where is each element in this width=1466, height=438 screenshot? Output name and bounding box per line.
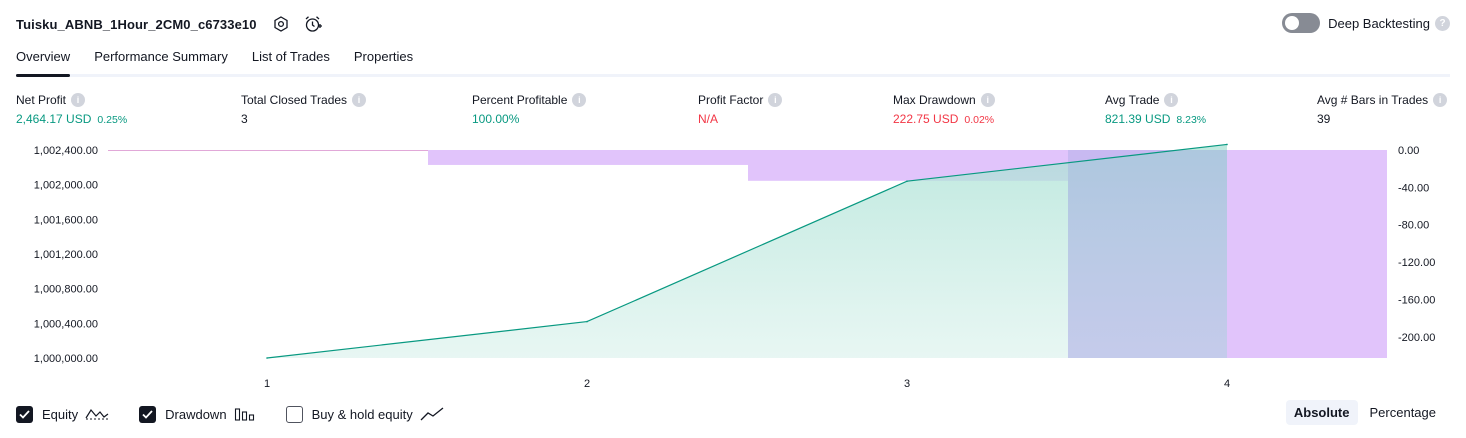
checkbox-checked[interactable] <box>139 405 157 423</box>
metric-title: Net Profit <box>16 93 67 107</box>
equity-drawdown-chart[interactable]: 1,002,400.00 1,002,000.00 1,001,600.00 1,00… <box>0 140 1466 395</box>
x-tick-label: 3 <box>904 378 910 390</box>
tab-performance-summary[interactable]: Performance Summary <box>94 45 228 74</box>
legend-label: Buy & hold equity <box>311 406 413 422</box>
metrics-row: Net Profit i 2,464.17 USD 0.25% Total Clos… <box>0 93 1466 133</box>
toggle-knob <box>1285 16 1300 30</box>
metric-max-drawdown: Max Drawdown i 222.75 USD 0.02% <box>893 93 995 126</box>
drawdown-bar <box>1227 150 1387 358</box>
metric-title: Total Closed Trades <box>241 93 348 107</box>
equity-point <box>906 180 908 182</box>
x-tick-label: 1 <box>264 378 270 390</box>
metric-value: 3 <box>241 112 248 126</box>
legend-label: Drawdown <box>165 406 227 422</box>
metric-sub-value: 0.02% <box>964 114 995 126</box>
right-tick-label: -120.00 <box>1398 257 1435 269</box>
help-icon[interactable]: ? <box>1435 15 1450 31</box>
tab-properties[interactable]: Properties <box>354 45 413 74</box>
right-axis: 0.00 -40.00 -80.00 -120.00 -160.00 -200.00 <box>1398 145 1435 344</box>
legend-label: Equity <box>42 406 79 422</box>
metric-avg-trade: Avg Trade i 821.39 USD 8.23% <box>1105 93 1206 126</box>
legend-drawdown[interactable]: Drawdown <box>139 405 256 423</box>
x-tick-label: 4 <box>1224 378 1230 390</box>
metric-profit-factor: Profit Factor i N/A <box>698 93 783 126</box>
metric-percent-profitable: Percent Profitable i 100.00% <box>472 93 587 126</box>
left-tick-label: 1,002,400.00 <box>34 145 98 157</box>
drawdown-bars-icon <box>234 406 256 422</box>
metric-sub-value: 8.23% <box>1176 114 1207 126</box>
right-tick-label: -80.00 <box>1398 220 1429 232</box>
absolute-button[interactable]: Absolute <box>1285 400 1358 425</box>
buy-hold-line-icon <box>420 406 444 422</box>
metric-title: Avg # Bars in Trades <box>1317 93 1429 107</box>
metric-value: 2,464.17 USD <box>16 112 92 126</box>
info-icon[interactable]: i <box>1433 93 1448 107</box>
add-alert-icon[interactable] <box>303 14 323 34</box>
deep-backtesting-toggle[interactable] <box>1282 13 1321 33</box>
chart-legend: Equity Drawdown Buy & hold equity <box>16 404 474 424</box>
left-tick-label: 1,000,000.00 <box>34 353 98 365</box>
info-icon[interactable]: i <box>71 93 86 107</box>
right-tick-label: -40.00 <box>1398 182 1429 194</box>
drawdown-bar <box>428 150 748 165</box>
left-tick-label: 1,001,600.00 <box>34 214 98 226</box>
equity-point <box>1226 143 1228 146</box>
percentage-button[interactable]: Percentage <box>1362 400 1445 425</box>
tab-overview[interactable]: Overview <box>16 45 71 77</box>
left-tick-label: 1,000,800.00 <box>34 284 98 296</box>
metric-value: 100.00% <box>472 112 520 126</box>
right-tick-label: -200.00 <box>1398 332 1435 344</box>
equity-series <box>108 143 1228 359</box>
legend-buy-hold-equity[interactable]: Buy & hold equity <box>285 405 444 423</box>
metric-value: 39 <box>1317 112 1331 126</box>
info-icon[interactable]: i <box>980 93 995 107</box>
info-icon[interactable]: i <box>1164 93 1179 107</box>
metric-title: Percent Profitable <box>472 93 568 107</box>
metric-title: Avg Trade <box>1105 93 1160 107</box>
legend-equity[interactable]: Equity <box>16 405 109 423</box>
left-tick-label: 1,002,000.00 <box>34 180 98 192</box>
info-icon[interactable]: i <box>572 93 587 107</box>
tab-list-of-trades[interactable]: List of Trades <box>252 45 330 74</box>
info-icon[interactable]: i <box>768 93 783 107</box>
metric-net-profit: Net Profit i 2,464.17 USD 0.25% <box>16 93 127 126</box>
metric-title: Profit Factor <box>698 93 764 107</box>
overlap-tint <box>1068 150 1227 358</box>
checkbox-checked[interactable] <box>16 405 33 423</box>
info-icon[interactable]: i <box>352 93 367 107</box>
equity-point <box>586 320 588 323</box>
value-mode-switch: Absolute Percentage <box>1282 400 1444 425</box>
metric-sub-value: 0.25% <box>97 114 128 126</box>
equity-line-icon <box>85 406 109 422</box>
left-tick-label: 1,000,400.00 <box>34 318 98 330</box>
left-tick-label: 1,001,200.00 <box>34 249 98 261</box>
metric-value: 222.75 USD <box>893 112 959 126</box>
deep-backtesting-label: Deep Backtesting <box>1328 15 1430 31</box>
x-tick-label: 2 <box>584 378 590 390</box>
metric-avg-bars: Avg # Bars in Trades i 39 <box>1317 93 1448 126</box>
metric-value: 821.39 USD <box>1105 112 1171 126</box>
metric-title: Max Drawdown <box>893 93 976 107</box>
right-tick-label: 0.00 <box>1398 145 1419 157</box>
metric-value: N/A <box>698 112 719 126</box>
deep-backtesting: Deep Backtesting ? <box>1282 13 1450 33</box>
checkbox-unchecked[interactable] <box>285 405 303 423</box>
report-tabs: Overview Performance Summary List of Tra… <box>16 45 1450 77</box>
settings-icon[interactable] <box>271 14 291 34</box>
equity-point <box>266 357 268 359</box>
x-axis: 1 2 3 4 <box>264 378 1230 390</box>
report-header: Tuisku_ABNB_1Hour_2CM0_c6733e10 <box>16 12 323 36</box>
right-tick-label: -160.00 <box>1398 294 1435 306</box>
strategy-name: Tuisku_ABNB_1Hour_2CM0_c6733e10 <box>16 16 257 32</box>
metric-total-closed-trades: Total Closed Trades i 3 <box>241 93 367 126</box>
left-axis: 1,002,400.00 1,002,000.00 1,001,600.00 1,00… <box>34 145 98 365</box>
